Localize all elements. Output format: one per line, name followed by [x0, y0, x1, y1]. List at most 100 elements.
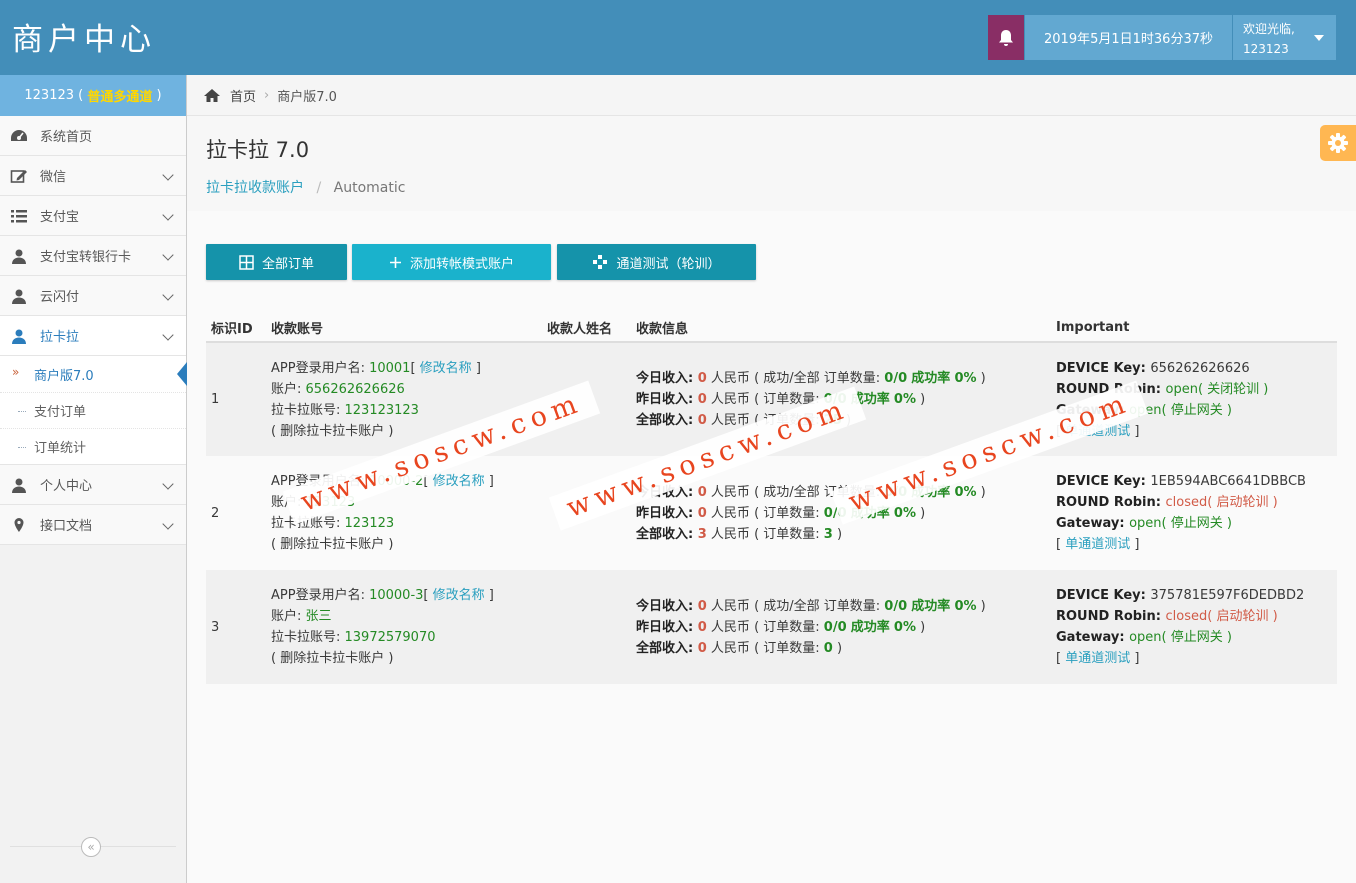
- sidebar-item-alipay[interactable]: 支付宝: [0, 196, 186, 236]
- close-paren: ): [916, 619, 926, 635]
- column-header-id: 标识ID: [206, 314, 266, 343]
- stop-gateway-link[interactable]: ( 停止网关 ): [1162, 516, 1232, 531]
- sidebar-item-alipay-bank[interactable]: 支付宝转银行卡: [0, 236, 186, 276]
- user-menu-toggle[interactable]: 欢迎光临, 123123: [1233, 15, 1336, 60]
- dashboard-icon: [11, 130, 27, 141]
- single-channel-test-link[interactable]: 单通道测试: [1065, 537, 1130, 552]
- device-key-value: 656262626626: [1150, 360, 1250, 376]
- tree-line: [18, 447, 26, 448]
- app-login-value: 10000-2: [369, 474, 424, 489]
- today-income-value: 0: [697, 371, 707, 386]
- important-cell: DEVICE Key: 375781E597F6DEDBD2 ROUND Rob…: [1051, 570, 1337, 684]
- table-header-row: 标识ID 收款账号 收款人姓名 收款信息 Important: [206, 314, 1337, 343]
- close-paren: ): [916, 392, 926, 407]
- sidebar-item-api-docs[interactable]: 接口文档: [0, 505, 186, 545]
- user-icon: [12, 249, 26, 264]
- app-login-label: APP登录用户名:: [271, 474, 370, 489]
- table-row: 2 APP登录用户名: 10000-2[ 修改名称 ] 账户: 123123 拉…: [206, 456, 1337, 570]
- chevron-down-icon: [162, 289, 174, 301]
- delete-account-link[interactable]: ( 删除拉卡拉卡账户 ): [271, 537, 393, 552]
- account-value: 张三: [305, 609, 332, 624]
- yesterday-order-ratio: 0/0: [823, 392, 847, 407]
- breadcrumb-home[interactable]: 首页: [230, 86, 256, 105]
- total-income-label: 全部收入:: [636, 640, 698, 656]
- yesterday-success-rate: 0%: [893, 392, 916, 407]
- stop-gateway-link[interactable]: ( 停止网关 ): [1162, 403, 1232, 418]
- gateway-label: Gateway:: [1056, 516, 1130, 531]
- sub-breadcrumb-link[interactable]: 拉卡拉收款账户: [206, 180, 304, 196]
- submenu-item-merchant[interactable]: » 商户版7.0: [0, 356, 187, 392]
- total-income-value: 0: [697, 640, 707, 656]
- tree-line: [18, 411, 26, 412]
- delete-account-link[interactable]: ( 删除拉卡拉卡账户 ): [271, 424, 393, 439]
- gateway-status: open: [1129, 516, 1162, 531]
- sidebar-user-level: 普通多通道: [87, 90, 153, 105]
- payment-info-cell: 今日收入: 0 人民币 ( 成功/全部 订单数量: 0/0 成功率 0% ) 昨…: [631, 456, 1051, 570]
- yesterday-income-value: 0: [697, 505, 707, 521]
- toggle-round-robin-link[interactable]: ( 启动轮训 ): [1207, 609, 1277, 624]
- delete-account-link[interactable]: ( 删除拉卡拉卡账户 ): [271, 651, 393, 666]
- sidebar-item-label: 微信: [40, 170, 67, 185]
- account-cell: APP登录用户名: 10000-3[ 修改名称 ] 账户: 张三 拉卡拉账号: …: [266, 570, 542, 684]
- sidebar-item-dashboard[interactable]: 系统首页: [0, 116, 186, 156]
- success-rate-label: 成功率: [850, 505, 890, 521]
- header-username: 123123: [1243, 42, 1289, 56]
- button-label: 添加转帐模式账户: [409, 256, 514, 272]
- sidebar-item-unionpay[interactable]: 云闪付: [0, 276, 186, 316]
- user-icon: [12, 289, 26, 304]
- lkl-account-label: 拉卡拉账号:: [271, 516, 345, 531]
- chevron-down-icon: [162, 209, 174, 221]
- important-cell: DEVICE Key: 656262626626 ROUND Robin: op…: [1051, 342, 1337, 456]
- account-label: 账户:: [271, 381, 306, 397]
- payee-name-cell: [542, 570, 631, 684]
- gateway-status: open: [1129, 402, 1162, 418]
- sidebar-item-wechat[interactable]: 微信: [0, 156, 186, 196]
- settings-button[interactable]: [1320, 125, 1356, 161]
- today-income-label: 今日收入:: [636, 598, 698, 614]
- home-icon[interactable]: [203, 88, 221, 103]
- account-cell: APP登录用户名: 10000-2[ 修改名称 ] 账户: 123123 拉卡拉…: [266, 456, 542, 570]
- toggle-round-robin-link[interactable]: ( 启动轮训 ): [1207, 495, 1277, 510]
- rename-link[interactable]: 修改名称: [433, 588, 485, 603]
- stop-gateway-link[interactable]: ( 停止网关 ): [1162, 630, 1232, 645]
- total-order-count: 25: [823, 413, 842, 428]
- submenu-item-orders[interactable]: 支付订单: [0, 392, 186, 428]
- today-order-ratio: 0/0: [884, 484, 908, 500]
- button-label: 通道测试（轮训）: [616, 256, 721, 272]
- sidebar-collapse-button[interactable]: «: [81, 837, 101, 857]
- bell-icon: [999, 29, 1013, 46]
- single-channel-test-link[interactable]: 单通道测试: [1065, 424, 1130, 439]
- user-icon: [12, 478, 26, 493]
- all-orders-button[interactable]: 全部订单: [206, 244, 347, 280]
- sidebar-item-profile[interactable]: 个人中心: [0, 465, 186, 505]
- order-count-label: ( 成功/全部 订单数量:: [754, 371, 885, 386]
- app-login-label: APP登录用户名:: [271, 360, 370, 376]
- user-icon: [12, 329, 26, 344]
- sidebar-item-lakala[interactable]: 拉卡拉: [0, 316, 186, 356]
- sidebar-item-label: 支付宝转银行卡: [40, 250, 132, 265]
- toggle-round-robin-link[interactable]: ( 关闭轮训 ): [1198, 382, 1268, 397]
- device-key-value: 375781E597F6DEDBD2: [1150, 588, 1305, 603]
- channel-test-button[interactable]: 通道测试（轮训）: [557, 244, 756, 280]
- notification-button[interactable]: [988, 15, 1024, 60]
- add-account-button[interactable]: 添加转帐模式账户: [352, 244, 551, 280]
- today-income-value: 0: [697, 598, 707, 614]
- brand-title[interactable]: 商户中心: [12, 14, 156, 59]
- rename-link[interactable]: 修改名称: [433, 474, 485, 489]
- close-paren: ): [976, 371, 986, 386]
- single-channel-test-link[interactable]: 单通道测试: [1065, 651, 1130, 666]
- lkl-account-label: 拉卡拉账号:: [271, 630, 345, 645]
- main-content: 全部订单 添加转帐模式账户 通道测试（轮训） 标识ID 收款账号 收款人姓名 收…: [187, 211, 1356, 883]
- today-income-label: 今日收入:: [636, 371, 698, 386]
- lakala-submenu: » 商户版7.0 支付订单 订单统计: [0, 356, 187, 465]
- round-robin-status: closed: [1165, 495, 1208, 510]
- sidebar-item-label: 云闪付: [40, 290, 80, 305]
- submenu-item-stats[interactable]: 订单统计: [0, 428, 186, 464]
- lkl-account-label: 拉卡拉账号:: [271, 402, 345, 418]
- sidebar-item-label: 支付宝: [40, 210, 80, 225]
- chevron-down-icon: [162, 169, 174, 181]
- rename-link[interactable]: 修改名称: [420, 361, 472, 376]
- round-robin-label: ROUND Robin:: [1056, 495, 1166, 510]
- order-count-label: ( 订单数量:: [754, 392, 824, 407]
- account-value: 656262626626: [305, 381, 405, 397]
